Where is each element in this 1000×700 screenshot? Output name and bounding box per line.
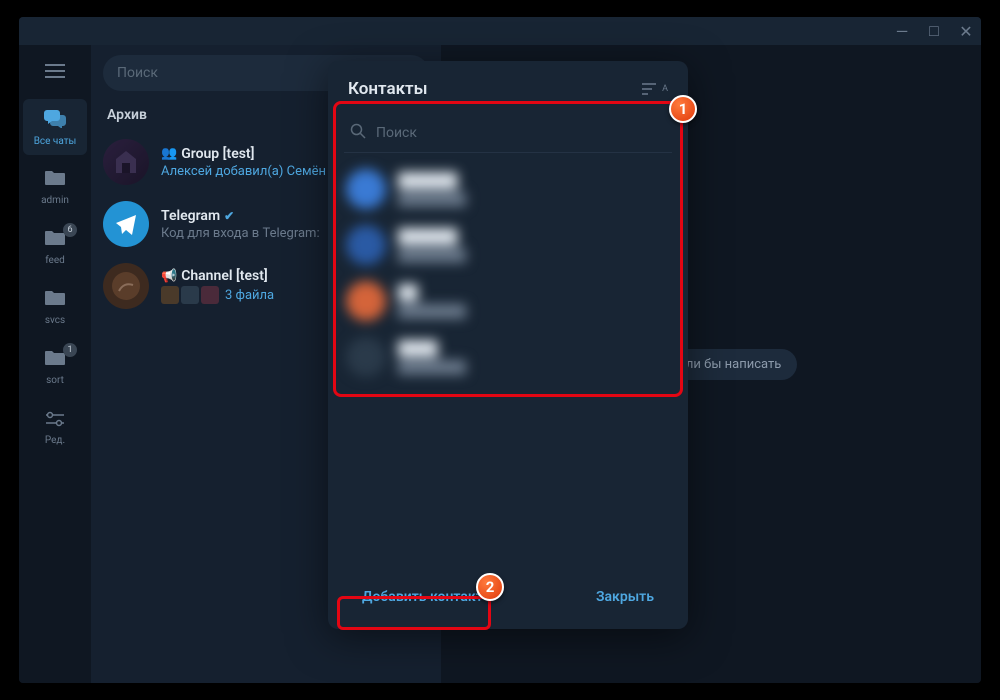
chat-bubbles-icon: [43, 108, 67, 133]
nav-feed[interactable]: 6 feed: [23, 219, 87, 275]
badge: 6: [63, 223, 77, 237]
avatar: [103, 263, 149, 309]
nav-all-chats[interactable]: Все чаты: [23, 99, 87, 155]
search-icon: [350, 123, 366, 143]
nav-edit[interactable]: Ред.: [23, 399, 87, 455]
avatar: [103, 201, 149, 247]
avatar: [346, 169, 386, 209]
avatar: [103, 139, 149, 185]
verified-icon: ✔: [224, 209, 234, 223]
settings-icon: [45, 408, 65, 432]
nav-label: Ред.: [45, 435, 65, 446]
group-icon: 👥: [161, 146, 177, 161]
nav-label: feed: [45, 255, 65, 266]
maximize-button[interactable]: □: [927, 24, 941, 38]
nav-sort[interactable]: 1 sort: [23, 339, 87, 395]
contact-item[interactable]: ████████████: [328, 329, 688, 385]
avatar: [346, 337, 386, 377]
close-window-button[interactable]: ✕: [959, 24, 973, 38]
callout-2: 2: [476, 573, 504, 601]
callout-1: 1: [669, 95, 697, 123]
nav-label: Все чаты: [34, 136, 77, 147]
contact-item[interactable]: ██████████: [328, 273, 688, 329]
contacts-search[interactable]: [344, 113, 672, 153]
add-contact-button[interactable]: Добавить контакт: [348, 581, 497, 613]
nav-label: admin: [41, 195, 69, 206]
sort-button[interactable]: A: [642, 82, 668, 96]
folder-icon: [44, 168, 66, 192]
contact-item[interactable]: ██████████████: [328, 217, 688, 273]
folder-icon: [44, 288, 66, 312]
avatar: [346, 281, 386, 321]
minimize-button[interactable]: —: [895, 24, 909, 38]
attachment-thumbs: [161, 286, 219, 304]
contact-list[interactable]: ██████████████ ██████████████ ██████████…: [328, 153, 688, 567]
avatar: [346, 225, 386, 265]
nav-svcs[interactable]: svcs: [23, 279, 87, 335]
nav-label: svcs: [45, 315, 65, 326]
hamburger-menu-button[interactable]: [35, 53, 75, 89]
chat-title: Channel [test]: [181, 268, 268, 284]
close-button[interactable]: Закрыть: [582, 581, 668, 613]
megaphone-icon: 📢: [161, 269, 177, 284]
chat-title: Group [test]: [181, 146, 254, 162]
nav-rail: Все чаты admin 6 feed: [19, 45, 91, 683]
modal-title: Контакты: [348, 79, 428, 99]
contacts-search-input[interactable]: [376, 125, 666, 141]
badge: 1: [63, 343, 77, 357]
contacts-modal: Контакты A ██████████████ ██████████████: [328, 61, 688, 629]
contact-item[interactable]: ██████████████: [328, 161, 688, 217]
chat-title: Telegram: [161, 208, 220, 224]
titlebar: — □ ✕: [19, 17, 981, 45]
chat-subtitle: 3 файла: [225, 288, 274, 303]
nav-admin[interactable]: admin: [23, 159, 87, 215]
nav-label: sort: [46, 375, 64, 386]
